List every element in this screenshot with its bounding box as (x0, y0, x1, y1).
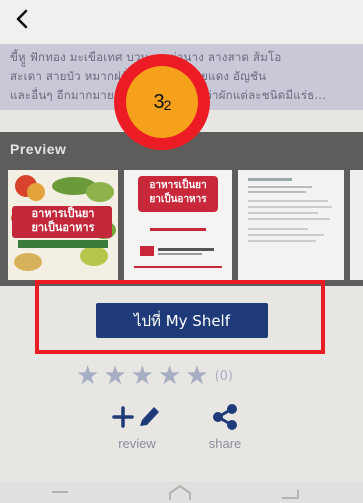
share-icon (213, 404, 237, 430)
cover-title-line2: ยาเป็นอาหาร (31, 221, 95, 234)
cover-title-line1: อาหารเป็นยา (31, 207, 95, 220)
review-button[interactable]: review (102, 404, 172, 451)
go-to-my-shelf-button[interactable]: ไปที่ My Shelf (96, 303, 268, 338)
preview-title: Preview (10, 141, 67, 157)
preview-page-title[interactable]: อาหารเป็นยา ยาเป็นอาหาร (124, 170, 232, 280)
share-button[interactable]: share (190, 404, 260, 451)
star-icon[interactable]: ★ (131, 363, 154, 389)
review-label: review (118, 436, 156, 451)
title-page-line2: ยาเป็นอาหาร (149, 194, 207, 205)
preview-page-partial[interactable] (350, 170, 363, 280)
system-nav-bar (0, 482, 363, 503)
menu-icon (52, 491, 68, 493)
star-icon[interactable]: ★ (103, 363, 126, 389)
share-label: share (208, 436, 242, 451)
book-detail-screen: ขี้หูู ฟักทอง มะเขือเทศ บวบ ยอ ย่านาง ลา… (0, 0, 363, 503)
star-icon[interactable]: ★ (158, 363, 181, 389)
home-icon (169, 484, 191, 500)
step-number: 3 (153, 90, 165, 113)
back-chevron-icon (16, 9, 28, 29)
back-button[interactable] (10, 4, 34, 34)
preview-section: Preview อาหารเป็นยา ยาเป็นอาหาร อาหารเป็… (0, 132, 363, 286)
star-icon[interactable]: ★ (185, 363, 208, 389)
step-number-badge: 32 (114, 54, 210, 150)
system-nav-icons (52, 484, 299, 500)
top-bar (0, 0, 363, 44)
back-nav-icon (282, 490, 299, 499)
rating-stars[interactable]: ★ ★ ★ ★ ★ (0) (76, 362, 233, 390)
title-page-line1: อาหารเป็นยา (149, 180, 207, 191)
preview-page-cover[interactable]: อาหารเป็นยา ยาเป็นอาหาร (8, 170, 118, 280)
rating-count: (0) (214, 368, 233, 384)
add-review-icon (112, 406, 159, 428)
step-number-sub: 2 (163, 96, 172, 113)
preview-page-text[interactable] (238, 170, 344, 280)
text-page-illustration (238, 170, 344, 280)
star-icon[interactable]: ★ (76, 363, 99, 389)
